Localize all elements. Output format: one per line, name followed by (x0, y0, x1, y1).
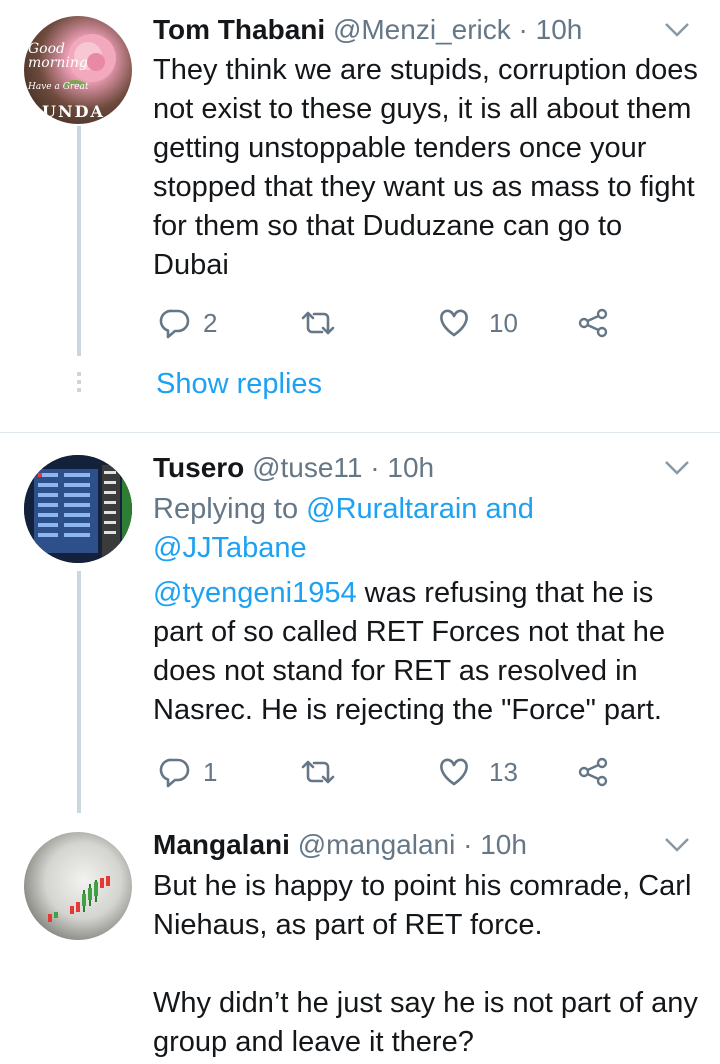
avatar-text-have: Have a Great (28, 82, 89, 92)
avatar[interactable]: Good morning Have a Great UNDA (24, 16, 132, 124)
tweet-paragraph-2: Why didn’t he just say he is not part of… (153, 987, 698, 1058)
like-count: 13 (489, 756, 518, 787)
replying-to-label: Replying to (153, 493, 299, 525)
chevron-down-icon[interactable] (664, 837, 690, 858)
share-button[interactable] (577, 752, 609, 792)
chevron-down-icon[interactable] (664, 22, 690, 43)
share-icon (577, 307, 609, 339)
avatar[interactable] (24, 832, 132, 940)
avatar-text-good: Good (28, 41, 66, 57)
separator: · (370, 452, 380, 483)
reply-mention-jjtabane[interactable]: @JJTabane (153, 532, 307, 564)
tweet-text: But he is happy to point his comrade, Ca… (153, 867, 698, 1062)
share-button[interactable] (577, 303, 609, 343)
tweet-paragraph-1: But he is happy to point his comrade, Ca… (153, 870, 692, 941)
separator: · (463, 829, 473, 860)
show-replies-link[interactable]: Show replies (156, 368, 322, 401)
tweet-header: Mangalani @mangalani · 10h (153, 829, 527, 861)
tweet-header: Tom Thabani @Menzi_erick · 10h (153, 14, 582, 46)
avatar[interactable] (24, 455, 132, 563)
timestamp[interactable]: 10h (480, 829, 527, 860)
reply-count: 2 (203, 307, 218, 338)
like-button[interactable]: 10 (437, 303, 518, 343)
reply-button[interactable]: 2 (159, 303, 217, 343)
like-button[interactable]: 13 (437, 752, 518, 792)
reply-mention-ruraltarain[interactable]: @Ruraltarain (306, 493, 477, 525)
tweet-3[interactable]: Mangalani @mangalani · 10h But he is hap… (0, 813, 720, 1064)
thread-line (77, 571, 81, 813)
chevron-down-icon[interactable] (664, 460, 690, 481)
author-handle[interactable]: @Menzi_erick (333, 14, 511, 45)
separator: · (518, 14, 528, 45)
avatar-image (48, 876, 110, 922)
tweet-1[interactable]: Good morning Have a Great UNDA Tom Thaba… (0, 0, 720, 432)
action-bar: 1 13 (153, 752, 623, 792)
reply-count: 1 (203, 756, 218, 787)
reply-icon (159, 307, 191, 339)
retweet-button[interactable] (299, 303, 337, 343)
avatar-text-morning: morning (28, 55, 88, 71)
like-icon (437, 757, 471, 787)
share-icon (577, 756, 609, 788)
reply-and[interactable]: and (486, 493, 534, 525)
author-name[interactable]: Tom Thabani (153, 14, 325, 45)
like-count: 10 (489, 307, 518, 338)
thread-line (77, 126, 81, 356)
reply-icon (159, 756, 191, 788)
action-bar: 2 10 (153, 303, 623, 343)
thread-dots (77, 372, 81, 394)
avatar-text-unda: UNDA (42, 102, 105, 121)
retweet-icon (299, 757, 337, 787)
retweet-button[interactable] (299, 752, 337, 792)
author-handle[interactable]: @tuse11 (252, 452, 362, 483)
timestamp[interactable]: 10h (536, 14, 583, 45)
avatar-image (24, 455, 132, 563)
tweet-header: Tusero @tuse11 · 10h (153, 452, 434, 484)
timestamp[interactable]: 10h (387, 452, 434, 483)
retweet-icon (299, 308, 337, 338)
like-icon (437, 308, 471, 338)
tweet-text: @tyengeni1954 was refusing that he is pa… (153, 574, 698, 730)
replying-to: Replying to @Ruraltarain and @JJTabane (153, 490, 693, 568)
mention-tyengeni1954[interactable]: @tyengeni1954 (153, 577, 357, 609)
author-name[interactable]: Tusero (153, 452, 244, 483)
author-handle[interactable]: @mangalani (298, 829, 456, 860)
author-name[interactable]: Mangalani (153, 829, 290, 860)
reply-button[interactable]: 1 (159, 752, 217, 792)
tweet-text: They think we are stupids, corruption do… (153, 54, 698, 281)
tweet-2[interactable]: Tusero @tuse11 · 10h Replying to @Ruralt… (0, 433, 720, 813)
